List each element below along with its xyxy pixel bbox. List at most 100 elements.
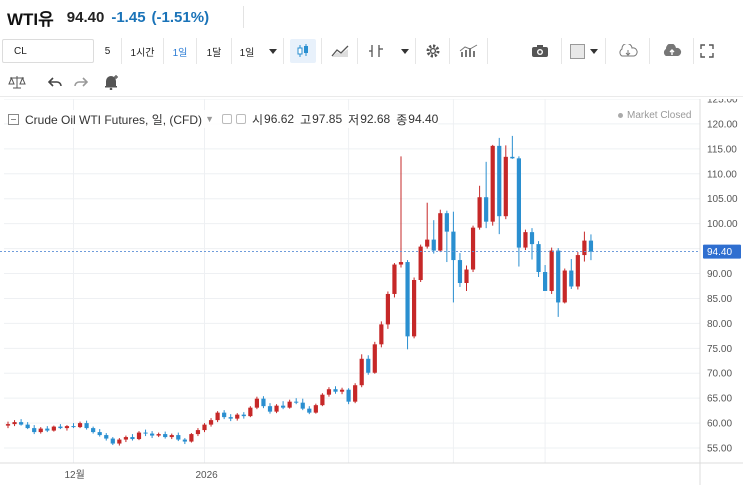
close-value: 94.40 — [408, 112, 439, 126]
area-style-button[interactable] — [322, 38, 358, 64]
y-tick-label: 85.00 — [707, 294, 732, 305]
chevron-down-icon — [268, 48, 277, 54]
candle-body — [202, 424, 207, 431]
chart-legend[interactable]: Crude Oil WTI Futures, 일, (CFD) ▼ 시 96.6… — [8, 110, 439, 128]
candle-body — [274, 405, 279, 412]
compare-button[interactable] — [450, 38, 488, 64]
candle-body — [510, 156, 515, 159]
settings-small-icon[interactable] — [235, 114, 246, 124]
candlestick-chart[interactable]: 55.00 60.00 65.00 70.00 75.00 80.00 85.00 90.00… — [0, 99, 743, 485]
bar-chart-icon — [459, 44, 477, 57]
candle-body — [405, 262, 410, 337]
candle-body — [294, 401, 299, 403]
candle-body — [307, 408, 312, 413]
chevron-down-icon — [589, 48, 598, 54]
save-layout-button[interactable] — [650, 38, 694, 64]
candle-body — [582, 240, 587, 256]
redo-button[interactable] — [68, 69, 94, 95]
snapshot-button[interactable] — [518, 38, 562, 64]
candle-body — [536, 244, 541, 273]
candle-body — [281, 405, 286, 408]
indicator-button[interactable] — [358, 38, 394, 64]
symbol-search-button[interactable]: CL — [2, 39, 94, 63]
candle-body — [353, 385, 358, 402]
indicator-dropdown-button[interactable] — [394, 38, 416, 64]
color-swatch-icon — [569, 43, 585, 59]
candle-body — [529, 232, 535, 245]
chart-grid — [4, 99, 700, 463]
candle-body — [150, 433, 155, 436]
candle-body — [385, 293, 390, 325]
compare-scale-button[interactable] — [0, 69, 34, 95]
candle-body — [569, 270, 574, 287]
interval-custom-button[interactable]: 1일 — [232, 38, 262, 64]
candle-style-button[interactable] — [284, 38, 322, 64]
visibility-icon[interactable] — [221, 114, 232, 124]
candle-body — [516, 158, 521, 248]
redo-icon — [74, 76, 88, 87]
cloud-upload-icon — [663, 44, 681, 56]
candle-body — [104, 435, 109, 439]
candle-body — [477, 197, 482, 228]
scale-icon — [8, 75, 26, 88]
quote-header: WTI유 94.40 -1.45 (-1.51%) — [0, 0, 743, 34]
candle-body — [123, 437, 128, 440]
fullscreen-icon — [700, 44, 714, 58]
undo-button[interactable] — [42, 69, 68, 95]
indicator-icon — [369, 45, 383, 57]
low-label: 저 — [348, 112, 360, 127]
last-price-tag: 94.40 — [703, 244, 741, 259]
candle-body — [372, 344, 377, 373]
candle-body — [392, 264, 397, 294]
candle-body — [235, 414, 240, 419]
interval-dropdown-button[interactable] — [262, 38, 284, 64]
candle-body — [38, 428, 43, 433]
candle-body — [77, 423, 83, 428]
candle-body — [222, 412, 227, 418]
candle-body — [91, 428, 96, 433]
chevron-down-icon[interactable]: ▼ — [205, 114, 214, 124]
candle-body — [398, 262, 404, 265]
candle-body — [254, 398, 259, 408]
candle-body — [143, 432, 148, 434]
low-value: 92.68 — [360, 112, 391, 126]
candle-body — [339, 389, 345, 392]
y-tick-label: 75.00 — [707, 344, 732, 355]
interval-1h-button[interactable]: 1시간 — [122, 38, 164, 64]
chart-candles — [5, 135, 594, 446]
load-layout-button[interactable] — [606, 38, 650, 64]
candle-body — [208, 420, 214, 425]
status-dot-icon — [618, 113, 623, 118]
fullscreen-button[interactable] — [694, 38, 720, 64]
interval-1d-button[interactable]: 1일 — [164, 38, 197, 64]
undo-icon — [48, 76, 62, 87]
candle-body — [176, 435, 181, 440]
collapse-legend-icon[interactable] — [8, 113, 19, 125]
settings-button[interactable] — [416, 38, 450, 64]
quote-change-percent: (-1.51%) — [151, 8, 210, 26]
color-picker-button[interactable] — [562, 38, 606, 64]
candle-body — [169, 435, 174, 438]
interval-5-button[interactable]: 5 — [94, 38, 122, 64]
candle-body — [189, 434, 194, 442]
candle-body — [457, 260, 463, 283]
time-axis[interactable]: 12월 2026 — [0, 462, 743, 481]
candle-body — [287, 401, 292, 408]
alert-button[interactable] — [94, 69, 128, 95]
last-price-label: 94.40 — [707, 247, 732, 258]
interval-1m-button[interactable]: 1달 — [197, 38, 232, 64]
candle-body — [195, 430, 201, 435]
candle-body — [12, 422, 17, 425]
candle-body — [523, 232, 528, 248]
gear-icon — [426, 44, 439, 58]
x-tick-label: 12월 — [65, 469, 85, 481]
x-tick-label: 2026 — [196, 470, 219, 481]
chevron-down-icon — [400, 48, 409, 54]
y-tick-label: 105.00 — [707, 194, 738, 205]
candle-body — [451, 231, 456, 261]
candle-body — [588, 240, 594, 252]
candle-body — [431, 239, 436, 251]
price-axis[interactable]: 55.00 60.00 65.00 70.00 75.00 80.00 85.00 90.00… — [699, 99, 738, 485]
candle-body — [543, 272, 548, 291]
legend-title: Crude Oil WTI Futures, 일, (CFD) — [25, 112, 203, 127]
